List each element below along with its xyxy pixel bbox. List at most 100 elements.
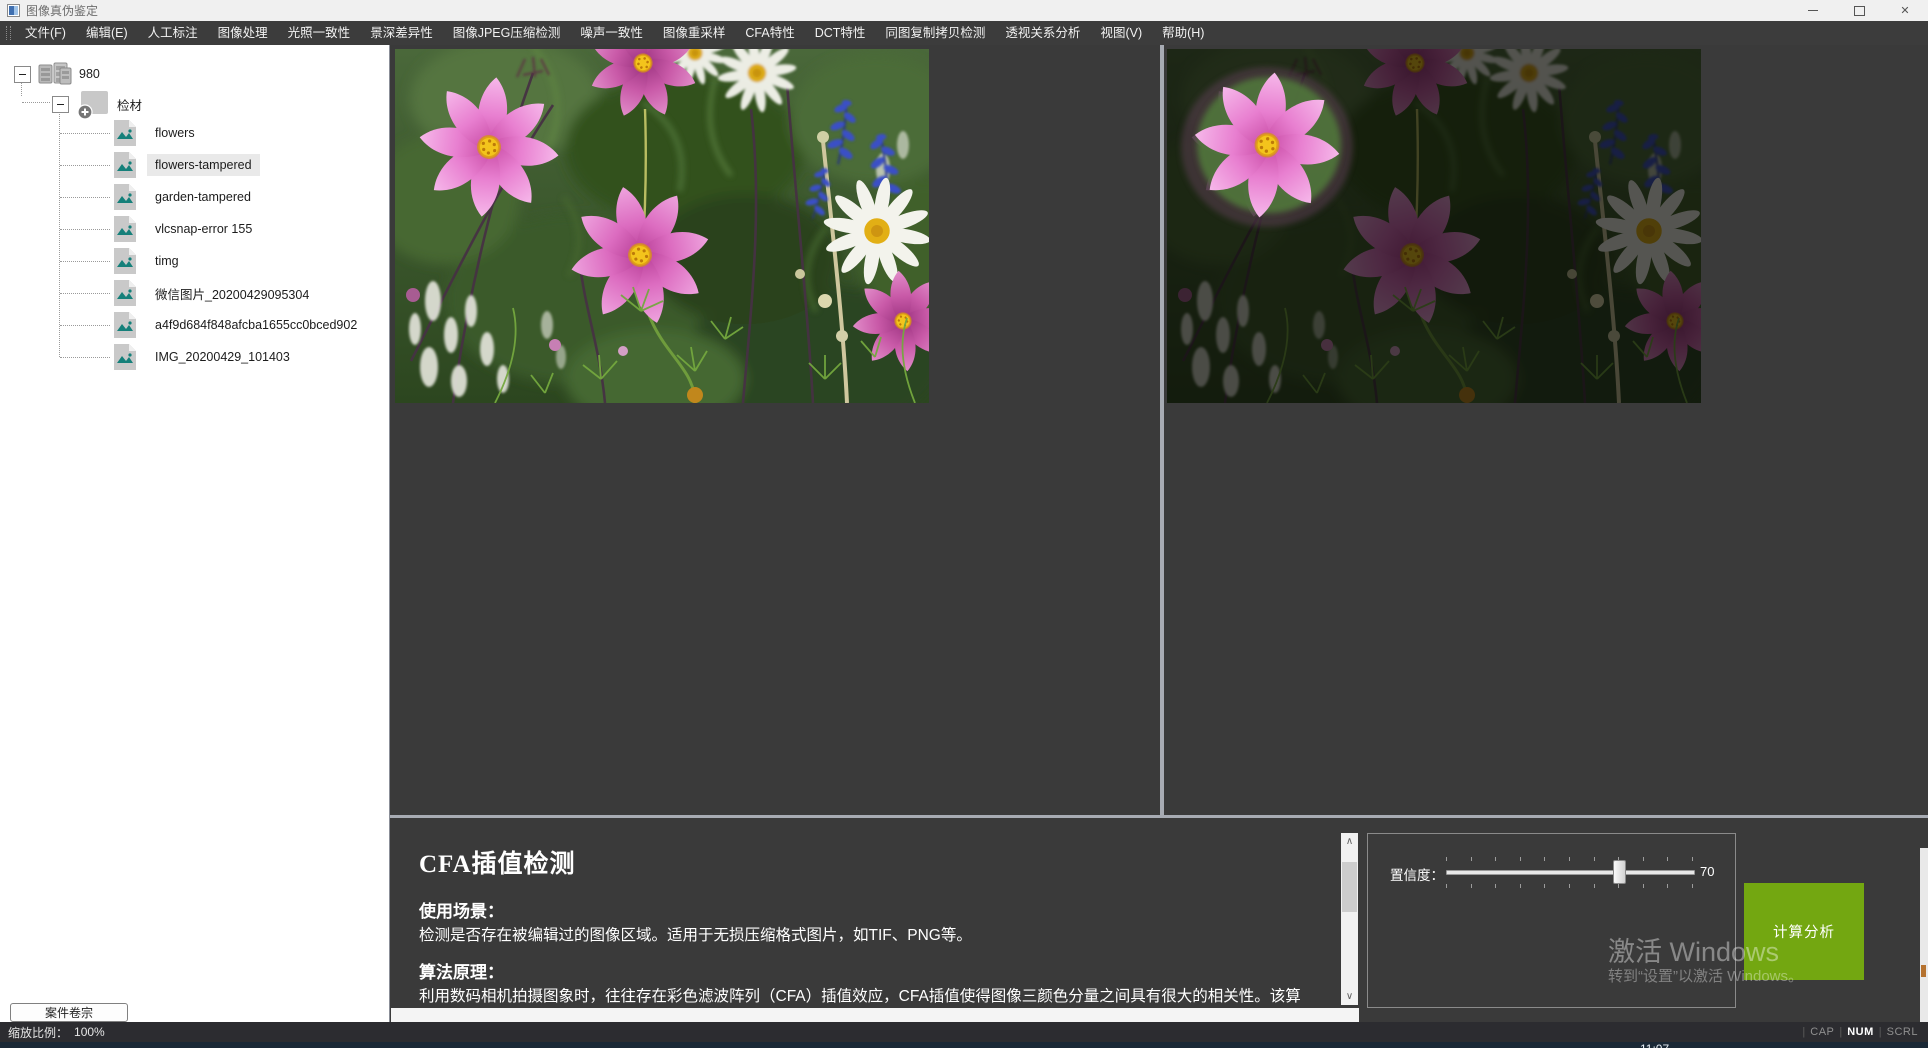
original-photo bbox=[395, 49, 929, 403]
evidence-folder-icon bbox=[76, 89, 110, 119]
tree-connector bbox=[60, 293, 110, 294]
menu-item-8[interactable]: 图像重采样 bbox=[653, 21, 736, 45]
tree-connector bbox=[60, 229, 110, 230]
image-file-icon bbox=[112, 342, 138, 372]
indicator-scrl: SCRL bbox=[1887, 1026, 1918, 1038]
section-body: 检测是否存在被编辑过的图像区域。适用于无损压缩格式图片，如TIF、PNG等。 bbox=[419, 924, 1309, 947]
title-bar: 图像真伪鉴定 ✕ bbox=[0, 0, 1928, 21]
analysis-image-viewport[interactable] bbox=[1167, 49, 1701, 403]
tree-item-label: garden-tampered bbox=[147, 186, 259, 208]
menu-item-13[interactable]: 视图(V) bbox=[1090, 21, 1152, 45]
window-title: 图像真伪鉴定 bbox=[26, 2, 98, 19]
scrollbar-thumb[interactable] bbox=[1342, 862, 1357, 912]
tree-connector bbox=[60, 261, 110, 262]
viewport-splitter[interactable] bbox=[1160, 45, 1164, 815]
tab-case-file[interactable]: 案件卷宗 bbox=[10, 1003, 128, 1022]
confidence-label: 置信度： bbox=[1390, 864, 1444, 884]
menu-item-1[interactable]: 编辑(E) bbox=[76, 21, 138, 45]
tree-group-evidence[interactable]: 检材 bbox=[52, 89, 142, 119]
menu-item-10[interactable]: DCT特性 bbox=[805, 21, 876, 45]
scroll-down-icon[interactable]: ∨ bbox=[1341, 988, 1358, 1005]
indicator-separator: | bbox=[1839, 1026, 1842, 1038]
original-image-viewport[interactable] bbox=[395, 49, 929, 403]
tree-item-label: IMG_20200429_101403 bbox=[147, 346, 298, 368]
indicator-num: NUM bbox=[1847, 1026, 1874, 1038]
slider-thumb[interactable] bbox=[1613, 860, 1626, 884]
description-hscrollbar[interactable] bbox=[391, 1008, 1359, 1022]
menu-item-5[interactable]: 景深差异性 bbox=[360, 21, 443, 45]
tree-item[interactable]: a4f9d684f848afcba1655cc0bced902 bbox=[0, 309, 389, 341]
collapse-toggle-icon[interactable] bbox=[52, 96, 69, 113]
menu-item-3[interactable]: 图像处理 bbox=[208, 21, 278, 45]
tree-root-label: 980 bbox=[79, 67, 100, 81]
tree-root-case[interactable]: 980 bbox=[14, 62, 100, 86]
toolbar-grip-icon bbox=[6, 26, 11, 40]
edge-marker bbox=[1921, 965, 1926, 977]
tree-item-label: flowers-tampered bbox=[147, 154, 260, 176]
case-archive-icon bbox=[38, 62, 72, 86]
menu-item-14[interactable]: 帮助(H) bbox=[1152, 21, 1214, 45]
tree-item[interactable]: timg bbox=[0, 245, 389, 277]
sidebar-tab-strip: 案件卷宗 bbox=[0, 1003, 389, 1022]
section-heading: 使用场景： bbox=[419, 900, 1309, 924]
taskbar-clock: 11:07 bbox=[1640, 1042, 1669, 1048]
tree-item[interactable]: garden-tampered bbox=[0, 181, 389, 213]
status-indicators: |CAP|NUM|SCRL bbox=[1797, 1026, 1918, 1038]
collapse-toggle-icon[interactable] bbox=[14, 66, 31, 83]
zoom-ratio-value: 100% bbox=[74, 1025, 105, 1039]
algorithm-description-panel: CFA插值检测 使用场景：检测是否存在被编辑过的图像区域。适用于无损压缩格式图片… bbox=[391, 818, 1339, 1008]
confidence-value: 70 bbox=[1700, 864, 1714, 879]
tree-item-label: flowers bbox=[147, 122, 203, 144]
menu-bar: 文件(F)编辑(E)人工标注图像处理光照一致性景深差异性图像JPEG压缩检测噪声… bbox=[0, 21, 1928, 45]
algorithm-title: CFA插值检测 bbox=[419, 844, 1309, 880]
menu-item-9[interactable]: CFA特性 bbox=[735, 21, 804, 45]
image-file-icon bbox=[112, 118, 138, 148]
case-tree-panel: 980 检材 flowers flowers-tampered garden-tam… bbox=[0, 45, 390, 1022]
status-bar: 缩放比例： 100% |CAP|NUM|SCRL bbox=[0, 1022, 1928, 1042]
menu-item-2[interactable]: 人工标注 bbox=[138, 21, 208, 45]
slider-track[interactable] bbox=[1446, 870, 1695, 875]
menu-item-6[interactable]: 图像JPEG压缩检测 bbox=[443, 21, 571, 45]
section-heading: 算法原理： bbox=[419, 961, 1309, 985]
tree-item-label: timg bbox=[147, 250, 187, 272]
scroll-up-icon[interactable]: ∧ bbox=[1341, 833, 1358, 850]
indicator-separator: | bbox=[1879, 1026, 1882, 1038]
tree-connector bbox=[22, 102, 50, 103]
tree-item-label: vlcsnap-error 155 bbox=[147, 218, 260, 240]
image-file-icon bbox=[112, 182, 138, 212]
tree-item[interactable]: vlcsnap-error 155 bbox=[0, 213, 389, 245]
tree-connector bbox=[60, 325, 110, 326]
menu-item-11[interactable]: 同图复制拷贝检测 bbox=[875, 21, 995, 45]
tree-connector bbox=[60, 165, 110, 166]
menu-item-7[interactable]: 噪声一致性 bbox=[570, 21, 653, 45]
confidence-slider[interactable] bbox=[1446, 854, 1693, 894]
slider-ticks-bottom bbox=[1446, 884, 1693, 888]
tree-group-label: 检材 bbox=[117, 95, 142, 114]
case-tree: 980 检材 flowers flowers-tampered garden-tam… bbox=[0, 45, 389, 1022]
right-edge-scrollbar[interactable] bbox=[1920, 848, 1928, 1022]
menu-item-12[interactable]: 透视关系分析 bbox=[995, 21, 1090, 45]
image-file-icon bbox=[112, 246, 138, 276]
maximize-button[interactable] bbox=[1836, 0, 1882, 21]
tree-item[interactable]: IMG_20200429_101403 bbox=[0, 341, 389, 373]
image-file-icon bbox=[112, 214, 138, 244]
tree-item-label: a4f9d684f848afcba1655cc0bced902 bbox=[147, 314, 365, 336]
menu-item-4[interactable]: 光照一致性 bbox=[278, 21, 361, 45]
section-body: 利用数码相机拍摄图象时，往往存在彩色滤波阵列（CFA）插值效应，CFA插值使得图… bbox=[419, 985, 1309, 1008]
workspace-canvas: CFA插值检测 使用场景：检测是否存在被编辑过的图像区域。适用于无损压缩格式图片… bbox=[390, 45, 1928, 1022]
tree-item[interactable]: flowers-tampered bbox=[0, 149, 389, 181]
minimize-button[interactable] bbox=[1790, 0, 1836, 21]
zoom-ratio-label: 缩放比例： bbox=[8, 1024, 68, 1041]
description-scrollbar[interactable]: ∧ ∨ bbox=[1341, 833, 1358, 1005]
taskbar-sliver: 11:07 bbox=[0, 1042, 1928, 1048]
tree-item[interactable]: 微信图片_20200429095304 bbox=[0, 277, 389, 309]
close-button[interactable]: ✕ bbox=[1882, 0, 1928, 21]
slider-ticks-top bbox=[1446, 857, 1693, 861]
tree-item[interactable]: flowers bbox=[0, 117, 389, 149]
menu-item-0[interactable]: 文件(F) bbox=[15, 21, 76, 45]
maximize-icon bbox=[1854, 6, 1865, 16]
image-file-icon bbox=[112, 150, 138, 180]
image-file-icon bbox=[112, 278, 138, 308]
tree-connector bbox=[60, 133, 110, 134]
tree-connector bbox=[60, 197, 110, 198]
